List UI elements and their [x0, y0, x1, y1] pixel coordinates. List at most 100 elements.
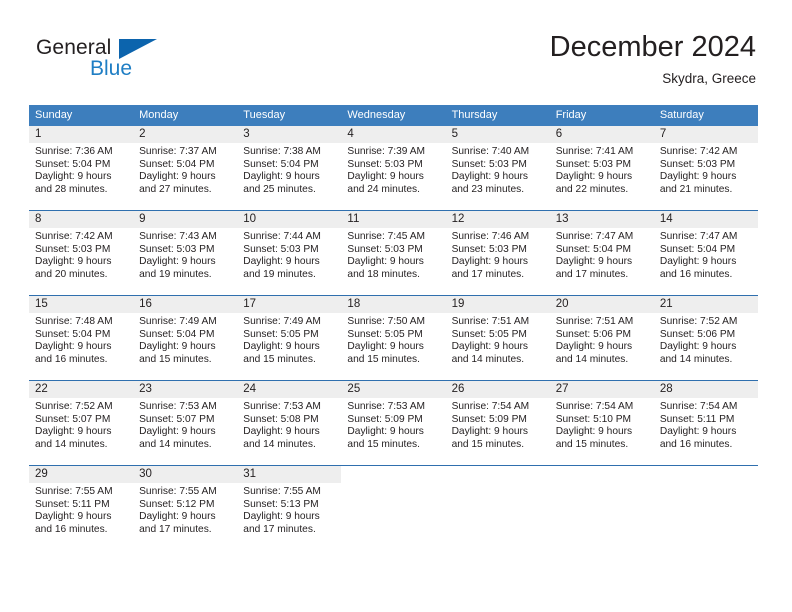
sunset-text: Sunset: 5:06 PM: [555, 328, 632, 340]
day-number: 1: [29, 126, 134, 143]
day-number: 18: [341, 296, 446, 313]
day-cell-inner[interactable]: 28 Sunrise: 7:54 AM Sunset: 5:11 PM Dayligh…: [653, 381, 758, 465]
daylight-text-line2: and 16 minutes.: [35, 353, 108, 365]
day-number: 17: [237, 296, 342, 313]
day-details: Sunrise: 7:54 AM Sunset: 5:10 PM Daylight:…: [550, 398, 654, 451]
day-cell-inner[interactable]: 21 Sunrise: 7:52 AM Sunset: 5:06 PM Dayligh…: [653, 296, 758, 380]
day-number: 2: [133, 126, 238, 143]
general-blue-logo[interactable]: General Blue: [36, 36, 216, 88]
day-cell-inner[interactable]: 29 Sunrise: 7:55 AM Sunset: 5:11 PM Dayligh…: [29, 466, 134, 550]
day-cell-inner[interactable]: 2 Sunrise: 7:37 AM Sunset: 5:04 PM Daylight…: [133, 126, 238, 210]
daylight-text-line2: and 22 minutes.: [555, 183, 629, 195]
daylight-text-line1: Daylight: 9 hours: [35, 256, 112, 267]
day-cell-inner[interactable]: 11 Sunrise: 7:45 AM Sunset: 5:03 PM Dayligh…: [341, 211, 446, 295]
day-cell-inner[interactable]: 26 Sunrise: 7:54 AM Sunset: 5:09 PM Dayligh…: [445, 381, 550, 465]
sunrise-text: Sunrise: 7:51 AM: [451, 316, 530, 327]
day-cell-inner[interactable]: 17 Sunrise: 7:49 AM Sunset: 5:05 PM Dayligh…: [237, 296, 342, 380]
day-details: Sunrise: 7:52 AM Sunset: 5:07 PM Daylight:…: [29, 398, 133, 451]
week-row: 1 Sunrise: 7:36 AM Sunset: 5:04 PM Daylight…: [29, 126, 758, 211]
sunset-text: Sunset: 5:03 PM: [139, 243, 215, 255]
day-cell-inner[interactable]: 3 Sunrise: 7:38 AM Sunset: 5:04 PM Daylight…: [237, 126, 342, 210]
day-cell-inner[interactable]: 19 Sunrise: 7:51 AM Sunset: 5:05 PM Dayligh…: [445, 296, 550, 380]
daylight-text-line2: and 16 minutes.: [35, 523, 108, 535]
sunset-text: Sunset: 5:03 PM: [451, 243, 527, 255]
daylight-text-line1: Daylight: 9 hours: [347, 256, 424, 267]
sunrise-text: Sunrise: 7:55 AM: [139, 486, 217, 497]
day-cell-inner[interactable]: 24 Sunrise: 7:53 AM Sunset: 5:08 PM Dayligh…: [237, 381, 342, 465]
sunrise-text: Sunrise: 7:54 AM: [659, 401, 738, 412]
sunset-text: Sunset: 5:13 PM: [243, 498, 319, 510]
sunrise-text: Sunrise: 7:50 AM: [347, 316, 426, 327]
day-cell-inner[interactable]: 4 Sunrise: 7:39 AM Sunset: 5:03 PM Daylight…: [341, 126, 446, 210]
day-number: 31: [237, 466, 342, 483]
day-cell-inner[interactable]: 6 Sunrise: 7:41 AM Sunset: 5:03 PM Daylight…: [549, 126, 654, 210]
day-cell-inner[interactable]: 15 Sunrise: 7:48 AM Sunset: 5:04 PM Dayligh…: [29, 296, 134, 380]
weekday-header-wednesday: Wednesday: [341, 105, 446, 126]
sunrise-text: Sunrise: 7:43 AM: [139, 231, 217, 242]
sunrise-text: Sunrise: 7:49 AM: [139, 316, 217, 327]
day-cell-inner[interactable]: 5 Sunrise: 7:40 AM Sunset: 5:03 PM Daylight…: [445, 126, 550, 210]
day-cell-inner[interactable]: 10 Sunrise: 7:44 AM Sunset: 5:03 PM Dayligh…: [237, 211, 342, 295]
sunset-text: Sunset: 5:08 PM: [243, 413, 319, 425]
daylight-text-line1: Daylight: 9 hours: [35, 171, 112, 182]
day-cell-inner[interactable]: 22 Sunrise: 7:52 AM Sunset: 5:07 PM Dayligh…: [29, 381, 134, 465]
day-cell: [445, 465, 550, 550]
day-cell-inner[interactable]: 31 Sunrise: 7:55 AM Sunset: 5:13 PM Dayligh…: [237, 466, 342, 550]
day-number: 10: [237, 211, 342, 228]
daylight-text-line2: and 15 minutes.: [243, 353, 316, 365]
day-details: Sunrise: 7:53 AM Sunset: 5:07 PM Daylight:…: [133, 398, 237, 451]
day-cell-inner[interactable]: 14 Sunrise: 7:47 AM Sunset: 5:04 PM Dayligh…: [653, 211, 758, 295]
sunrise-text: Sunrise: 7:37 AM: [139, 146, 217, 157]
daylight-text-line2: and 15 minutes.: [555, 438, 629, 450]
sunrise-text: Sunrise: 7:54 AM: [451, 401, 530, 412]
calendar-header-row: Sunday Monday Tuesday Wednesday Thursday…: [29, 105, 758, 126]
daylight-text-line2: and 24 minutes.: [347, 183, 420, 195]
day-details: Sunrise: 7:55 AM Sunset: 5:11 PM Daylight:…: [29, 483, 133, 536]
day-details: Sunrise: 7:50 AM Sunset: 5:05 PM Daylight:…: [341, 313, 445, 366]
day-cell-inner[interactable]: 9 Sunrise: 7:43 AM Sunset: 5:03 PM Daylight…: [133, 211, 238, 295]
day-details: Sunrise: 7:41 AM Sunset: 5:03 PM Daylight:…: [550, 143, 654, 196]
day-cell-inner[interactable]: 1 Sunrise: 7:36 AM Sunset: 5:04 PM Daylight…: [29, 126, 134, 210]
daylight-text-line2: and 17 minutes.: [139, 523, 212, 535]
daylight-text-line1: Daylight: 9 hours: [659, 171, 737, 182]
day-number: [550, 466, 654, 483]
weekday-header-saturday: Saturday: [653, 105, 758, 126]
day-cell-inner[interactable]: 12 Sunrise: 7:46 AM Sunset: 5:03 PM Dayligh…: [445, 211, 550, 295]
daylight-text-line1: Daylight: 9 hours: [139, 341, 216, 352]
daylight-text-line2: and 14 minutes.: [243, 438, 316, 450]
day-details: Sunrise: 7:39 AM Sunset: 5:03 PM Daylight:…: [341, 143, 445, 196]
daylight-text-line2: and 14 minutes.: [35, 438, 108, 450]
day-number: [654, 466, 758, 483]
daylight-text-line1: Daylight: 9 hours: [35, 341, 112, 352]
daylight-text-line1: Daylight: 9 hours: [139, 511, 216, 522]
day-cell: 7 Sunrise: 7:42 AM Sunset: 5:03 PM Daylight…: [653, 126, 758, 211]
weekday-header-friday: Friday: [549, 105, 654, 126]
day-number: 6: [549, 126, 654, 143]
day-cell-inner[interactable]: 13 Sunrise: 7:47 AM Sunset: 5:04 PM Dayligh…: [549, 211, 654, 295]
day-number: 19: [445, 296, 550, 313]
day-cell-inner[interactable]: 23 Sunrise: 7:53 AM Sunset: 5:07 PM Dayligh…: [133, 381, 238, 465]
day-cell-inner[interactable]: 7 Sunrise: 7:42 AM Sunset: 5:03 PM Daylight…: [653, 126, 758, 210]
day-number: 3: [237, 126, 342, 143]
day-cell-inner[interactable]: 30 Sunrise: 7:55 AM Sunset: 5:12 PM Dayligh…: [133, 466, 238, 550]
day-number: [341, 466, 445, 483]
day-details: Sunrise: 7:43 AM Sunset: 5:03 PM Daylight:…: [133, 228, 237, 281]
daylight-text-line1: Daylight: 9 hours: [451, 341, 529, 352]
day-cell-inner[interactable]: 25 Sunrise: 7:53 AM Sunset: 5:09 PM Dayligh…: [341, 381, 446, 465]
sunset-text: Sunset: 5:04 PM: [139, 328, 215, 340]
day-cell-inner[interactable]: 8 Sunrise: 7:42 AM Sunset: 5:03 PM Daylight…: [29, 211, 134, 295]
day-cell-inner[interactable]: 27 Sunrise: 7:54 AM Sunset: 5:10 PM Dayligh…: [549, 381, 654, 465]
day-number: 7: [653, 126, 758, 143]
sunset-text: Sunset: 5:06 PM: [659, 328, 736, 340]
daylight-text-line1: Daylight: 9 hours: [243, 341, 320, 352]
daylight-text-line2: and 14 minutes.: [659, 353, 733, 365]
day-cell-inner[interactable]: 16 Sunrise: 7:49 AM Sunset: 5:04 PM Dayligh…: [133, 296, 238, 380]
day-number: 24: [237, 381, 342, 398]
daylight-text-line1: Daylight: 9 hours: [139, 171, 216, 182]
day-cell-inner[interactable]: 20 Sunrise: 7:51 AM Sunset: 5:06 PM Dayligh…: [549, 296, 654, 380]
day-cell: 19 Sunrise: 7:51 AM Sunset: 5:05 PM Dayligh…: [445, 295, 550, 381]
sunset-text: Sunset: 5:11 PM: [659, 413, 735, 425]
day-cell: 17 Sunrise: 7:49 AM Sunset: 5:05 PM Dayligh…: [237, 295, 342, 381]
day-cell: 25 Sunrise: 7:53 AM Sunset: 5:09 PM Dayligh…: [341, 380, 446, 466]
day-cell-inner[interactable]: 18 Sunrise: 7:50 AM Sunset: 5:05 PM Dayligh…: [341, 296, 446, 380]
